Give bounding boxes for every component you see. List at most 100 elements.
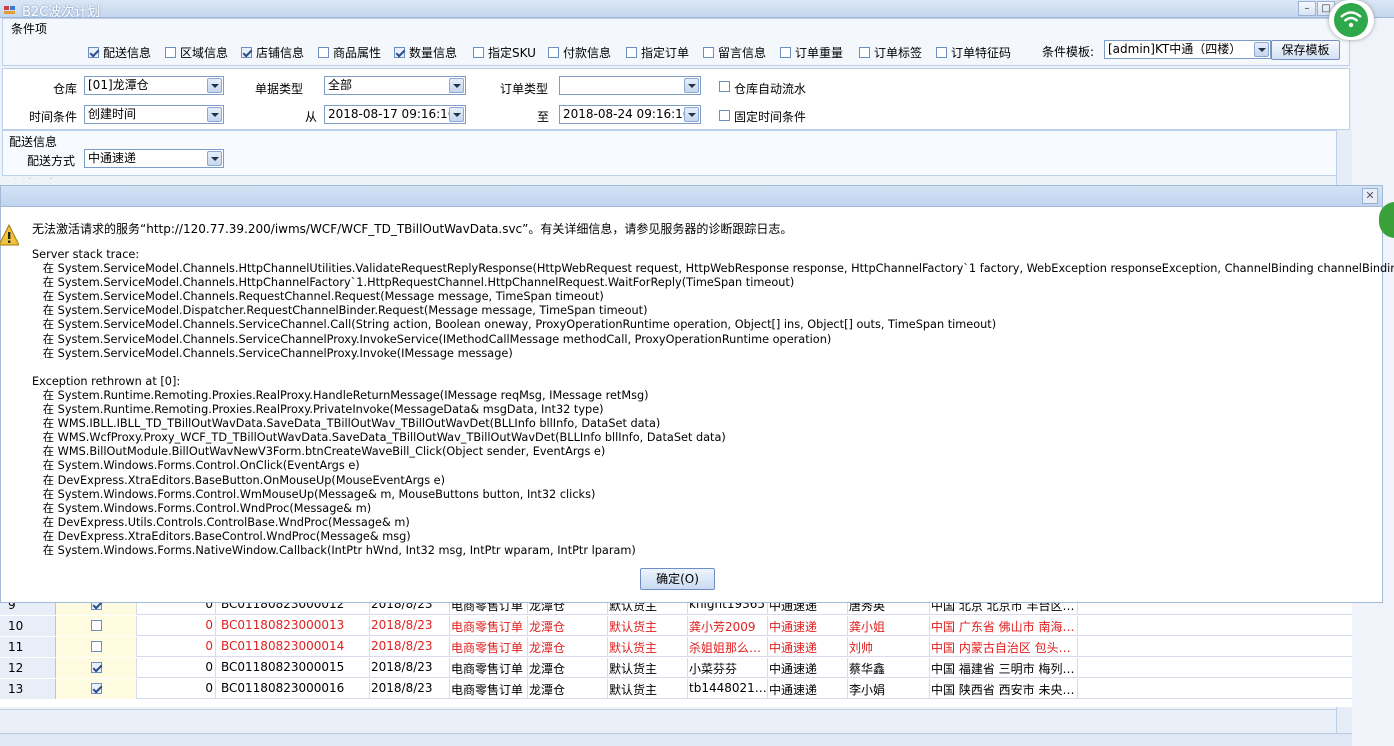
checkbox-box[interactable]: [548, 47, 559, 58]
condition-checkbox[interactable]: 商品属性: [318, 44, 381, 61]
cell-buyer: 小菜芬芬: [689, 662, 738, 676]
chevron-down-icon[interactable]: [207, 78, 222, 93]
column-divider: [929, 637, 930, 657]
column-divider: [929, 658, 930, 678]
template-select[interactable]: [admin]KT中通（四楼）: [1104, 40, 1271, 59]
column-divider: [1077, 679, 1078, 699]
checkbox-box[interactable]: [165, 47, 176, 58]
column-divider: [1077, 637, 1078, 657]
doctype-select[interactable]: 全部: [324, 76, 466, 95]
ordertype-select[interactable]: [559, 76, 701, 95]
row-select-cell: [56, 658, 137, 678]
condition-checkbox[interactable]: 指定订单: [626, 44, 689, 61]
column-divider: [1077, 658, 1078, 678]
checkbox-box[interactable]: [936, 47, 947, 58]
table-row[interactable]: 11 0 BC01180823000014 2018/8/23 电商零售订单 龙潭仓 默认货…: [0, 637, 1352, 657]
condition-checkbox[interactable]: 店铺信息: [241, 44, 304, 61]
close-icon[interactable]: ✕: [1362, 188, 1378, 204]
error-dialog: 无法激活请求的服务“http://120.77.39.200/iwms/WCF/…: [0, 207, 1394, 603]
column-divider: [215, 616, 216, 636]
cell-date: 2018/8/23: [371, 660, 433, 674]
checkbox-label: 指定SKU: [488, 46, 536, 60]
to-date-input[interactable]: 2018-08-24 09:16:10: [559, 105, 701, 124]
column-divider: [215, 658, 216, 678]
ok-button[interactable]: 确定(O): [640, 568, 715, 590]
table-row[interactable]: 10 0 BC01180823000013 2018/8/23 电商零售订单 龙潭仓 默认货…: [0, 616, 1352, 636]
condition-checkbox[interactable]: 订单标签: [859, 44, 922, 61]
checkbox-box[interactable]: [473, 47, 484, 58]
cell-qty: 0: [205, 639, 213, 653]
table-row[interactable]: 12 0 BC01180823000015 2018/8/23 电商零售订单 龙潭仓 默认货…: [0, 658, 1352, 678]
chevron-down-icon[interactable]: [207, 107, 222, 122]
wifi-widget[interactable]: [1329, 0, 1374, 40]
chevron-down-icon[interactable]: [684, 78, 699, 93]
column-divider: [847, 658, 848, 678]
from-date-input[interactable]: 2018-08-17 09:16:10: [324, 105, 466, 124]
checkbox-box[interactable]: [394, 47, 405, 58]
store-section-label: 店铺信息: [9, 176, 57, 179]
time-select[interactable]: 创建时间: [84, 105, 224, 124]
cell-qty: 0: [205, 681, 213, 695]
column-divider: [767, 616, 768, 636]
checkbox-box[interactable]: [88, 47, 99, 58]
row-select-cell: [56, 637, 137, 657]
cell-bill: BC01180823000015: [221, 660, 345, 674]
chevron-down-icon[interactable]: [1254, 42, 1269, 57]
column-divider: [687, 637, 688, 657]
checkbox-box[interactable]: [241, 47, 252, 58]
table-row[interactable]: 13 0 BC01180823000016 2018/8/23 电商零售订单 龙潭仓 默认货…: [0, 679, 1352, 699]
grid-footer: [0, 709, 1336, 733]
chevron-down-icon[interactable]: [684, 107, 699, 122]
warehouse-select[interactable]: [01]龙潭仓: [84, 76, 224, 95]
cell-addr: 中国 广东省 佛山市 南海…: [931, 620, 1075, 634]
row-checkbox[interactable]: [91, 641, 102, 652]
cell-type: 电商零售订单: [451, 641, 524, 655]
checkbox-box[interactable]: [626, 47, 637, 58]
condition-checkbox[interactable]: 订单特征码: [936, 44, 1011, 61]
condition-checkbox[interactable]: 数量信息: [394, 44, 457, 61]
to-label: 至: [537, 110, 550, 124]
chevron-down-icon[interactable]: [449, 78, 464, 93]
template-value: [admin]KT中通（四楼）: [1108, 42, 1242, 56]
orders-grid: 9 0 BC01180823000012 2018/8/23 电商零售订单 龙潭仓 默认货主…: [0, 595, 1352, 707]
column-divider: [369, 637, 370, 657]
delivery-method-select[interactable]: 中通速递: [84, 149, 224, 168]
cell-wh: 龙潭仓: [529, 620, 566, 634]
minimize-button[interactable]: –: [1298, 1, 1316, 16]
fixed-time-checkbox[interactable]: [719, 110, 730, 121]
checkbox-box[interactable]: [780, 47, 791, 58]
checkbox-label: 订单标签: [874, 46, 923, 60]
time-value: 创建时间: [88, 107, 137, 121]
checkbox-label: 付款信息: [563, 46, 612, 60]
stack-trace: Server stack trace: 在 System.ServiceMode…: [32, 248, 1394, 557]
column-divider: [449, 637, 450, 657]
checkbox-label: 店铺信息: [256, 46, 305, 60]
warehouse-value: [01]龙潭仓: [88, 78, 149, 92]
chevron-down-icon[interactable]: [207, 151, 222, 166]
column-divider: [1077, 616, 1078, 636]
cell-wh: 龙潭仓: [529, 641, 566, 655]
delivery-method-label: 配送方式: [27, 154, 76, 168]
delivery-method-value: 中通速递: [88, 151, 137, 165]
condition-checkbox[interactable]: 配送信息: [88, 44, 151, 61]
save-template-button[interactable]: 保存模板: [1271, 40, 1340, 60]
checkbox-label: 订单特征码: [951, 46, 1012, 60]
auto-flow-checkbox[interactable]: [719, 81, 730, 92]
condition-checkbox[interactable]: 订单重量: [780, 44, 843, 61]
column-divider: [847, 616, 848, 636]
checkbox-box[interactable]: [703, 47, 714, 58]
column-divider: [687, 679, 688, 699]
condition-checkbox[interactable]: 指定SKU: [473, 44, 536, 61]
row-checkbox[interactable]: [91, 662, 102, 673]
condition-checkbox[interactable]: 付款信息: [548, 44, 611, 61]
checkbox-box[interactable]: [318, 47, 329, 58]
condition-checkbox[interactable]: 留言信息: [703, 44, 766, 61]
condition-checkbox[interactable]: 区域信息: [165, 44, 228, 61]
column-divider: [527, 679, 528, 699]
row-checkbox[interactable]: [91, 683, 102, 694]
row-checkbox[interactable]: [91, 620, 102, 631]
horizontal-scrollbar[interactable]: [0, 733, 1352, 746]
chevron-down-icon[interactable]: [449, 107, 464, 122]
checkbox-box[interactable]: [859, 47, 870, 58]
delivery-section-label: 配送信息: [9, 135, 58, 149]
